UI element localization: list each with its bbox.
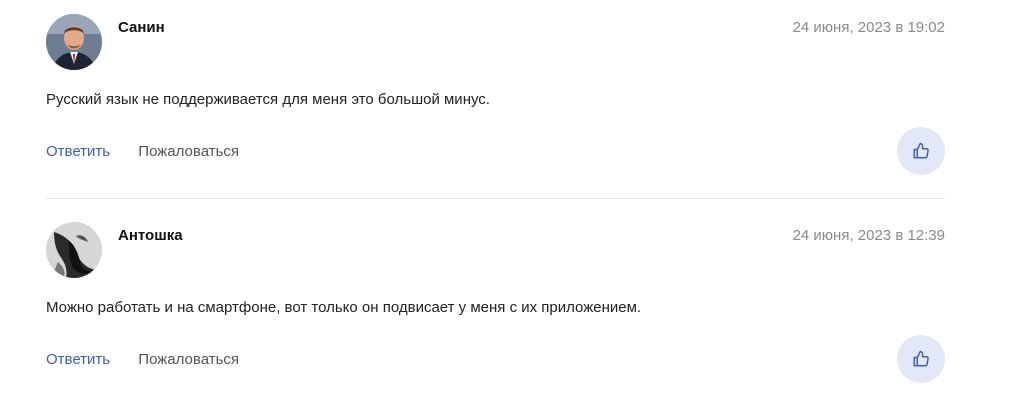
thumbs-up-icon (913, 350, 929, 367)
comment-divider (46, 198, 945, 199)
avatar[interactable] (46, 222, 102, 278)
comment-author: Антошка (118, 227, 183, 244)
comment-text: Русский язык не поддерживается для меня … (46, 91, 490, 108)
comments-list: Санин 24 июня, 2023 в 19:02 Русский язык… (0, 0, 1013, 402)
report-button[interactable]: Пожаловаться (138, 143, 239, 160)
comment-date: 24 июня, 2023 в 19:02 (792, 19, 945, 36)
thumbs-up-icon (913, 142, 929, 159)
user-avatar-photo (46, 222, 102, 278)
comment-text: Можно работать и на смартфоне, вот тольк… (46, 299, 642, 316)
reply-button[interactable]: Ответить (46, 351, 110, 368)
user-avatar-photo (46, 14, 102, 70)
comment-actions: Ответить Пожаловаться (46, 143, 239, 160)
reply-button[interactable]: Ответить (46, 143, 110, 160)
avatar[interactable] (46, 14, 102, 70)
comment-author: Санин (118, 19, 165, 36)
report-button[interactable]: Пожаловаться (138, 351, 239, 368)
like-button[interactable] (897, 127, 945, 175)
like-button[interactable] (897, 335, 945, 383)
comment-actions: Ответить Пожаловаться (46, 351, 239, 368)
comment-date: 24 июня, 2023 в 12:39 (792, 227, 945, 244)
